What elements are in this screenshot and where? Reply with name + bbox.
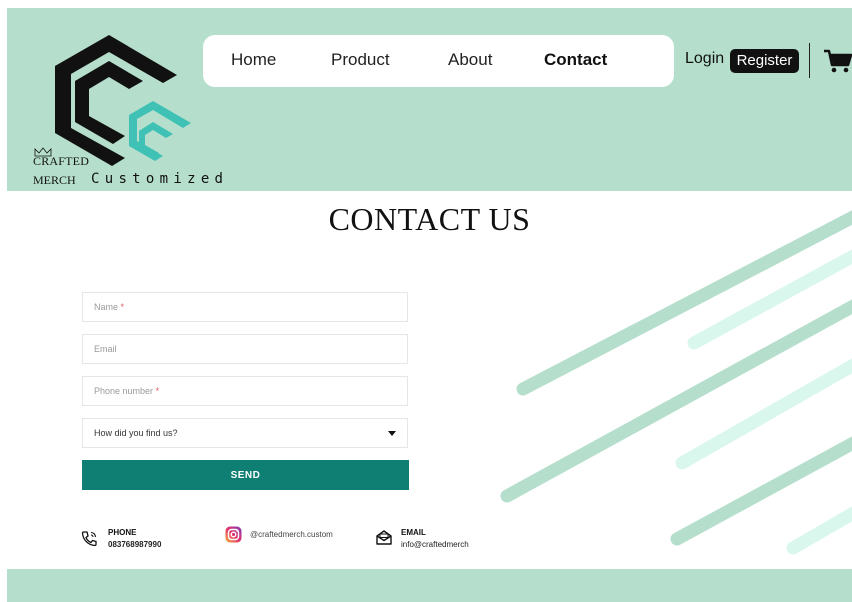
login-link[interactable]: Login [685,50,724,68]
name-field-placeholder: Name * [94,302,125,312]
email-icon [376,530,392,545]
caret-down-icon [388,431,396,436]
header-divider [809,43,810,78]
nav-about[interactable]: About [448,50,492,70]
brand-name-line1: CRAFTED [33,154,90,168]
source-select-value: How did you find us? [94,428,178,438]
instagram-handle[interactable]: @craftedmerch.custom [250,530,333,539]
email-label: EMAIL [401,528,426,537]
required-mark: * [120,302,125,312]
nav-product[interactable]: Product [331,50,390,70]
send-button[interactable]: SEND [82,460,409,490]
register-button[interactable]: Register [730,49,799,73]
header: CRAFTED MERCH Customized Home Product Ab… [7,8,852,191]
phone-label: PHONE [108,528,137,537]
email-field-placeholder: Email [94,344,117,354]
brand-tagline: Customized [91,171,229,187]
nav-contact[interactable]: Contact [544,50,607,70]
brand-name-line2: MERCH [33,173,76,187]
footer [7,569,852,602]
brand-logo[interactable] [25,28,195,168]
logo-mark-teal-inner [139,122,173,156]
page-frame: CRAFTED MERCH Customized Home Product Ab… [7,8,852,602]
email-field[interactable]: Email [82,334,408,364]
main-nav: Home Product About Contact [203,35,674,87]
page-title: CONTACT US [328,201,531,237]
source-select[interactable]: How did you find us? [82,418,408,448]
email-value[interactable]: info@craftedmerch [401,540,469,549]
phone-value: 083768987990 [108,540,162,549]
phone-icon [81,531,97,547]
logo-mark-black [55,35,177,166]
nav-home[interactable]: Home [231,50,276,70]
phone-field[interactable]: Phone number * [82,376,408,406]
cart-icon[interactable] [823,48,852,74]
instagram-icon[interactable] [225,526,242,543]
phone-field-placeholder: Phone number * [94,386,160,396]
name-field[interactable]: Name * [82,292,408,322]
required-mark: * [155,386,160,396]
